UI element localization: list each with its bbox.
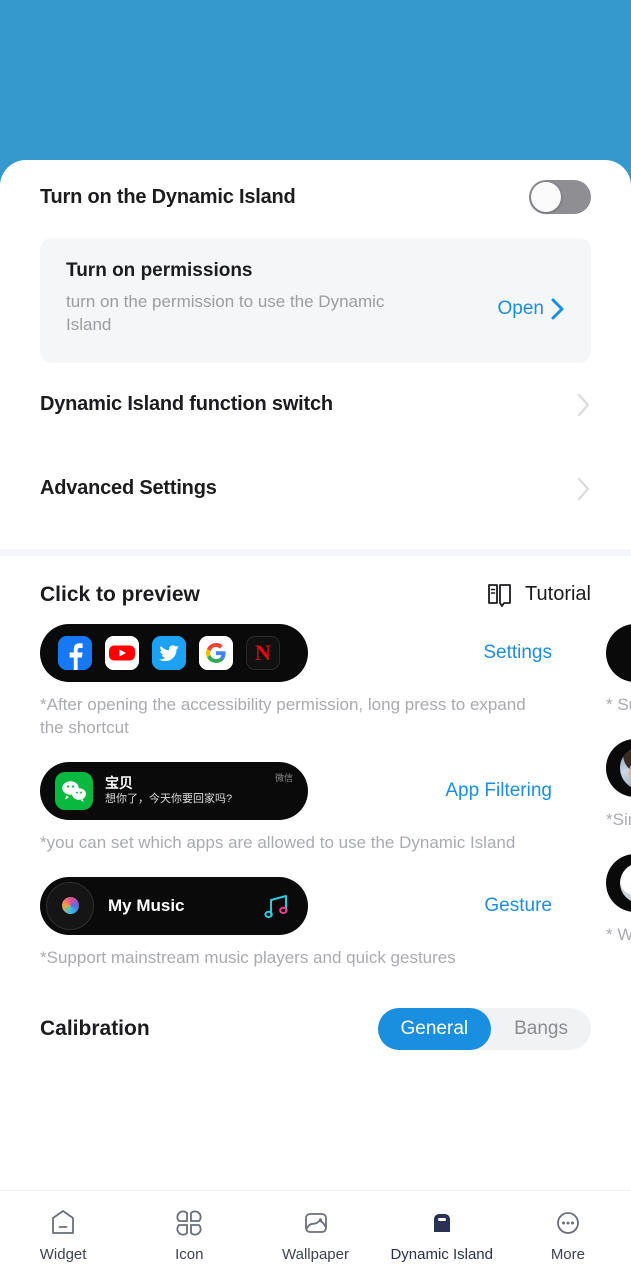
next-note-3: * Wi Blue: [606, 924, 631, 944]
music-pill-preview[interactable]: My Music: [40, 876, 308, 935]
preview-row-notification[interactable]: 宝贝 想你了，今天你要回家吗? 微信 App Filtering: [40, 761, 558, 820]
nav-item-more[interactable]: More: [505, 1208, 631, 1263]
preview-row-next-3[interactable]: [606, 853, 631, 912]
music-note-icon: [264, 894, 288, 918]
next-note-1: * Su: [606, 694, 631, 714]
dynamic-island-toggle[interactable]: [529, 180, 591, 214]
preview-section: Click to preview Tutorial N Settings *Af…: [0, 556, 631, 1050]
caller-avatar: [620, 745, 631, 790]
calibration-title: Calibration: [40, 1016, 150, 1040]
carousel-page-2: * Su *Sin * Wi Blue: [558, 623, 631, 992]
open-permission-label: Open: [497, 298, 544, 319]
nav-item-widget[interactable]: Widget: [0, 1208, 126, 1263]
settings-block: Turn on the Dynamic Island Turn on permi…: [0, 160, 631, 531]
book-icon: [488, 583, 511, 607]
main-toggle-label: Turn on the Dynamic Island: [40, 185, 296, 208]
permission-text-group: Turn on permissions turn on the permissi…: [66, 260, 426, 337]
notification-note: *you can set which apps are allowed to u…: [40, 832, 516, 852]
notification-message: 想你了，今天你要回家吗?: [105, 793, 233, 806]
preview-row-shortcuts[interactable]: N Settings: [40, 623, 558, 682]
carousel-page-1: N Settings *After opening the accessibil…: [40, 623, 558, 992]
calibration-segmented-control[interactable]: General Bangs: [377, 1007, 591, 1050]
preview-header: Click to preview Tutorial: [0, 556, 631, 624]
vinyl-record-icon: [46, 881, 94, 930]
permission-card[interactable]: Turn on permissions turn on the permissi…: [40, 238, 591, 363]
chevron-right-icon: [577, 393, 590, 416]
wechat-icon: [55, 771, 93, 810]
notification-sender: 宝贝: [105, 774, 133, 791]
permission-description: turn on the permission to use the Dynami…: [66, 292, 385, 334]
grid-icon: [174, 1208, 204, 1238]
next-pill-3[interactable]: [606, 853, 631, 912]
chevron-right-icon: [551, 298, 564, 320]
next-pill-2[interactable]: [606, 738, 631, 797]
toggle-knob: [531, 182, 561, 212]
twitter-icon: [152, 635, 186, 670]
bottom-navigation: Widget Icon Wallpaper Dynamic Island Mor…: [0, 1190, 631, 1280]
section-divider: [0, 548, 631, 556]
row-dynamic-island-function-switch[interactable]: Dynamic Island function switch: [40, 363, 591, 447]
nav-label: Wallpaper: [282, 1246, 349, 1263]
next-note-2: *Sin: [606, 809, 631, 829]
preview-title: Click to preview: [40, 582, 200, 606]
preview-carousel[interactable]: N Settings *After opening the accessibil…: [0, 623, 631, 992]
main-toggle-row[interactable]: Turn on the Dynamic Island: [40, 160, 591, 234]
music-note-text: *Support mainstream music players and qu…: [40, 947, 456, 967]
blue-header-background: [0, 0, 631, 175]
image-icon: [301, 1208, 331, 1238]
shortcut-settings-link[interactable]: Settings: [483, 642, 558, 664]
vinyl-core: [61, 897, 79, 915]
notification-pill-preview[interactable]: 宝贝 想你了，今天你要回家吗? 微信: [40, 761, 308, 820]
chevron-right-icon: [577, 477, 590, 500]
nav-label: Icon: [175, 1246, 204, 1263]
preview-row-next-2[interactable]: [606, 738, 631, 797]
next-pill-1[interactable]: [606, 623, 631, 682]
gesture-link[interactable]: Gesture: [484, 895, 558, 917]
app-root: Turn on the Dynamic Island Turn on permi…: [0, 0, 631, 1280]
app-filtering-link[interactable]: App Filtering: [445, 780, 558, 802]
open-permission-button[interactable]: Open: [498, 298, 565, 320]
netflix-icon: N: [246, 635, 280, 670]
tutorial-label: Tutorial: [525, 583, 591, 606]
dynamic-island-icon: [427, 1208, 457, 1238]
tutorial-button[interactable]: Tutorial: [486, 582, 591, 608]
earbud-icon: [620, 862, 631, 903]
nav-item-dynamic-island[interactable]: Dynamic Island: [379, 1208, 505, 1263]
content-sheet: Turn on the Dynamic Island Turn on permi…: [0, 160, 631, 1280]
shortcut-pill-preview[interactable]: N: [40, 623, 308, 682]
more-dots-icon: [553, 1208, 583, 1238]
music-track-title: My Music: [108, 895, 185, 915]
youtube-icon: [105, 635, 139, 670]
preview-row-next-1[interactable]: [606, 623, 631, 682]
nav-label: Widget: [39, 1246, 87, 1263]
row-label: Advanced Settings: [40, 477, 217, 500]
facebook-icon: [58, 635, 92, 670]
preview-row-music[interactable]: My Music Gesture: [40, 876, 558, 935]
nav-item-icon[interactable]: Icon: [126, 1208, 252, 1263]
notification-text-group: 宝贝 想你了，今天你要回家吗?: [105, 775, 263, 807]
google-icon: [199, 635, 233, 670]
permission-title: Turn on permissions: [66, 260, 253, 281]
calibration-row: Calibration General Bangs: [0, 992, 631, 1050]
widget-icon: [48, 1208, 78, 1238]
nav-item-wallpaper[interactable]: Wallpaper: [252, 1208, 378, 1263]
nav-label: More: [550, 1246, 585, 1263]
nav-label: Dynamic Island: [390, 1246, 493, 1263]
calibration-option-bangs[interactable]: Bangs: [491, 1008, 591, 1050]
notification-source: 微信: [274, 772, 293, 783]
shortcut-note: *After opening the accessibility permiss…: [40, 694, 526, 737]
row-advanced-settings[interactable]: Advanced Settings: [40, 447, 591, 531]
row-label: Dynamic Island function switch: [40, 393, 333, 416]
calibration-option-general[interactable]: General: [377, 1007, 492, 1050]
